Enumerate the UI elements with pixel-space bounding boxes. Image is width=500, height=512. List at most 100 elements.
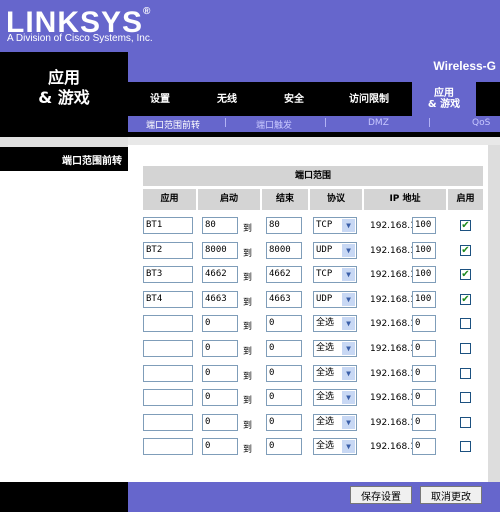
to-label: 到 — [243, 396, 253, 406]
ip-last-octet-input[interactable]: 0 — [412, 414, 436, 431]
end-port-input[interactable]: 0 — [266, 365, 302, 382]
subnav-port-range-forward[interactable]: 端口范围前转 — [146, 118, 200, 131]
start-port-input[interactable]: 0 — [202, 315, 238, 332]
check-icon: ✔ — [461, 294, 470, 305]
enable-checkbox[interactable] — [460, 417, 471, 428]
subnav-port-triggering[interactable]: 端口触发 — [256, 118, 292, 131]
enable-checkbox[interactable] — [460, 441, 471, 452]
nav-setup[interactable]: 设置 — [128, 82, 192, 116]
col-end: 结束 — [262, 189, 308, 210]
end-port-input[interactable]: 4663 — [266, 291, 302, 308]
ip-last-octet-input[interactable]: 100 — [412, 291, 436, 308]
protocol-select[interactable]: UDP ▼ — [313, 291, 357, 308]
protocol-select[interactable]: 全选 ▼ — [313, 315, 357, 332]
chevron-down-icon: ▼ — [342, 317, 355, 330]
col-enable: 启用 — [448, 189, 483, 210]
ip-last-octet-input[interactable]: 0 — [412, 438, 436, 455]
header-banner: LINKSYS® A Division of Cisco Systems, In… — [0, 0, 500, 52]
nav-applications-gaming[interactable]: 应用 & 游戏 — [412, 82, 476, 116]
start-port-input[interactable]: 0 — [202, 438, 238, 455]
enable-checkbox[interactable] — [460, 392, 471, 403]
end-port-input[interactable]: 0 — [266, 438, 302, 455]
start-port-input[interactable]: 4663 — [202, 291, 238, 308]
ip-last-octet-input[interactable]: 0 — [412, 389, 436, 406]
protocol-value: 全选 — [316, 343, 335, 353]
enable-checkbox[interactable]: ✔ — [460, 269, 471, 280]
protocol-select[interactable]: 全选 ▼ — [313, 438, 357, 455]
application-name-input[interactable] — [143, 389, 193, 406]
protocol-select[interactable]: TCP ▼ — [313, 266, 357, 283]
protocol-select[interactable]: 全选 ▼ — [313, 365, 357, 382]
logo-tagline: A Division of Cisco Systems, Inc. — [7, 33, 153, 44]
chevron-down-icon: ▼ — [342, 219, 355, 232]
chevron-down-icon: ▼ — [342, 367, 355, 380]
ip-last-octet-input[interactable]: 0 — [412, 365, 436, 382]
start-port-input[interactable]: 0 — [202, 340, 238, 357]
start-port-input[interactable]: 4662 — [202, 266, 238, 283]
application-name-input[interactable] — [143, 340, 193, 357]
to-label: 到 — [243, 298, 253, 308]
ip-last-octet-input[interactable]: 0 — [412, 340, 436, 357]
end-port-input[interactable]: 0 — [266, 389, 302, 406]
page-section-title: 应用 & 游戏 — [38, 68, 90, 107]
enable-checkbox[interactable] — [460, 318, 471, 329]
application-name-input[interactable]: BT2 — [143, 242, 193, 259]
start-port-input[interactable]: 0 — [202, 414, 238, 431]
protocol-select[interactable]: 全选 ▼ — [313, 414, 357, 431]
application-name-input[interactable] — [143, 365, 193, 382]
end-port-input[interactable]: 0 — [266, 340, 302, 357]
enable-checkbox[interactable] — [460, 343, 471, 354]
application-name-input[interactable] — [143, 414, 193, 431]
to-label: 到 — [243, 224, 253, 234]
application-name-input[interactable]: BT4 — [143, 291, 193, 308]
ip-last-octet-input[interactable]: 100 — [412, 266, 436, 283]
application-name-input[interactable] — [143, 438, 193, 455]
to-label: 到 — [243, 322, 253, 332]
ip-last-octet-input[interactable]: 100 — [412, 217, 436, 234]
application-name-input[interactable] — [143, 315, 193, 332]
start-port-input[interactable]: 0 — [202, 365, 238, 382]
protocol-value: TCP — [316, 269, 333, 279]
protocol-value: UDP — [316, 245, 333, 255]
enable-checkbox[interactable]: ✔ — [460, 294, 471, 305]
start-port-input[interactable]: 8000 — [202, 242, 238, 259]
ip-last-octet-input[interactable]: 0 — [412, 315, 436, 332]
enable-checkbox[interactable] — [460, 368, 471, 379]
enable-checkbox[interactable]: ✔ — [460, 220, 471, 231]
chevron-down-icon: ▼ — [342, 293, 355, 306]
application-name-input[interactable]: BT1 — [143, 217, 193, 234]
content-top-strip — [128, 137, 500, 145]
nav-security[interactable]: 安全 — [262, 82, 326, 116]
model-name: Wireless-G — [433, 59, 496, 73]
to-label: 到 — [243, 273, 253, 283]
cancel-changes-button[interactable]: 取消更改 — [420, 486, 482, 504]
end-port-input[interactable]: 4662 — [266, 266, 302, 283]
to-label: 到 — [243, 421, 253, 431]
save-settings-button[interactable]: 保存设置 — [350, 486, 412, 504]
protocol-select[interactable]: TCP ▼ — [313, 217, 357, 234]
enable-checkbox[interactable]: ✔ — [460, 245, 471, 256]
protocol-select[interactable]: 全选 ▼ — [313, 340, 357, 357]
protocol-select[interactable]: UDP ▼ — [313, 242, 357, 259]
end-port-input[interactable]: 8000 — [266, 242, 302, 259]
chevron-down-icon: ▼ — [342, 416, 355, 429]
subnav-qos[interactable]: QoS — [472, 118, 490, 128]
start-port-input[interactable]: 80 — [202, 217, 238, 234]
col-ip-address: IP 地址 — [364, 189, 446, 210]
chevron-down-icon: ▼ — [342, 244, 355, 257]
nav-wireless[interactable]: 无线 — [192, 82, 262, 116]
check-icon: ✔ — [461, 220, 470, 231]
protocol-value: TCP — [316, 220, 333, 230]
nav-access-restrictions[interactable]: 访问限制 — [326, 82, 412, 116]
end-port-input[interactable]: 80 — [266, 217, 302, 234]
check-icon: ✔ — [461, 269, 470, 280]
application-name-input[interactable]: BT3 — [143, 266, 193, 283]
subnav-dmz[interactable]: DMZ — [368, 118, 389, 128]
end-port-input[interactable]: 0 — [266, 315, 302, 332]
protocol-select[interactable]: 全选 ▼ — [313, 389, 357, 406]
ip-last-octet-input[interactable]: 100 — [412, 242, 436, 259]
end-port-input[interactable]: 0 — [266, 414, 302, 431]
protocol-value: 全选 — [316, 441, 335, 451]
start-port-input[interactable]: 0 — [202, 389, 238, 406]
sub-nav: 端口范围前转 | 端口触发 | DMZ | QoS — [128, 116, 500, 132]
